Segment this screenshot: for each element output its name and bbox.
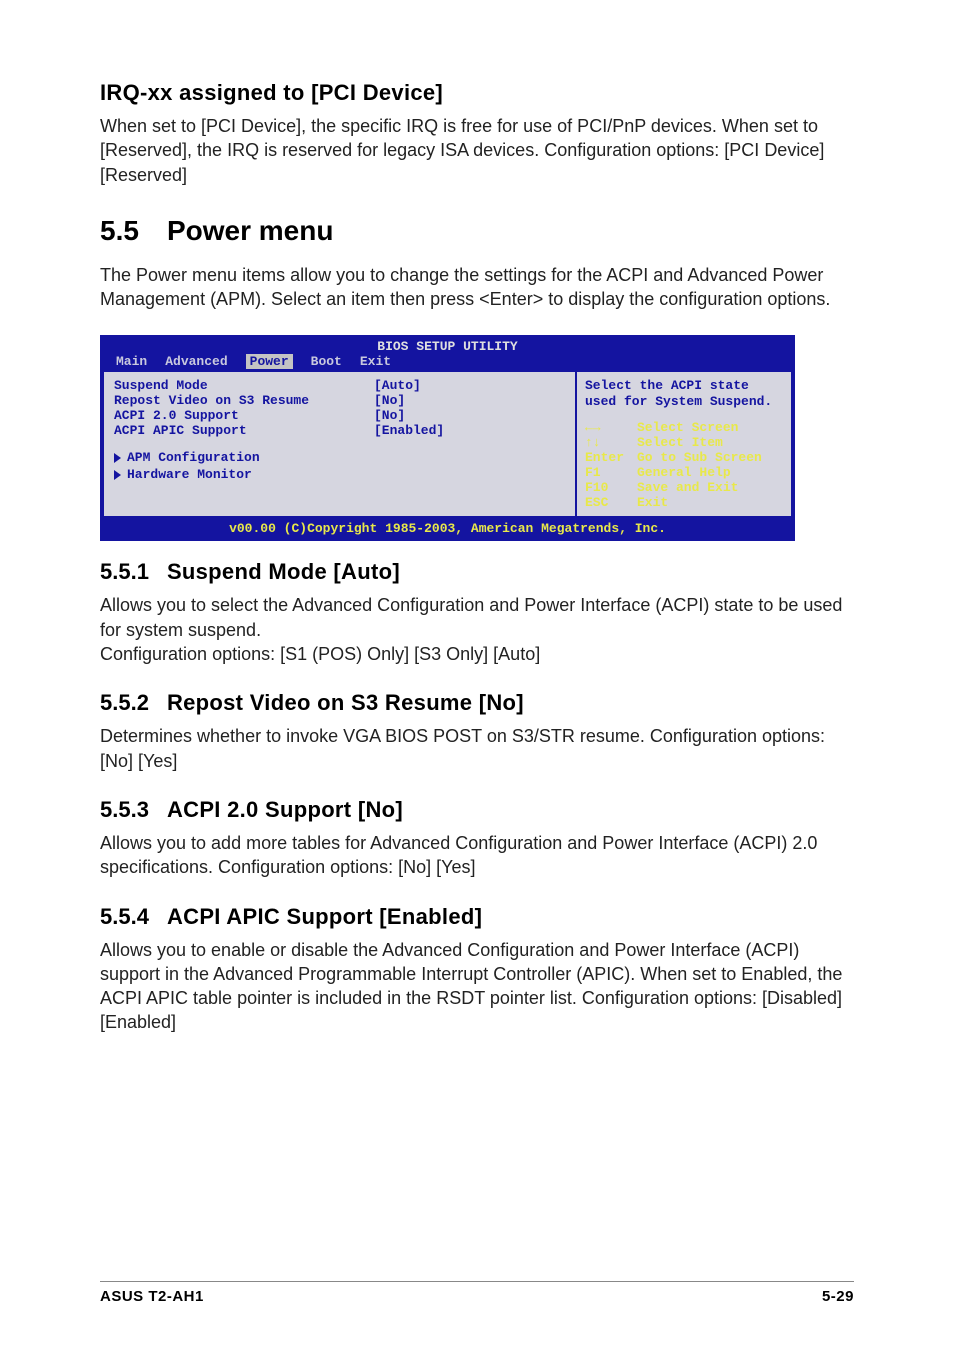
bios-submenu[interactable]: Hardware Monitor xyxy=(114,467,565,482)
nav-label: Go to Sub Screen xyxy=(637,450,762,465)
bios-option[interactable]: Repost Video on S3 Resume [No] xyxy=(114,393,565,408)
heading-5-5-4: 5.5.4 ACPI APIC Support [Enabled] xyxy=(100,904,854,930)
bios-submenu-label: APM Configuration xyxy=(127,450,260,465)
heading-5-5: 5.5 Power menu xyxy=(100,215,854,247)
nav-key: ↑↓ xyxy=(585,435,637,450)
page-footer: ASUS T2-AH1 5-29 xyxy=(100,1281,854,1305)
nav-key: ←→ xyxy=(585,420,637,435)
heading-title: ACPI 2.0 Support [No] xyxy=(167,797,403,823)
heading-title: Suspend Mode [Auto] xyxy=(167,559,400,585)
bios-option[interactable]: ACPI 2.0 Support [No] xyxy=(114,408,565,423)
bios-submenu[interactable]: APM Configuration xyxy=(114,450,565,465)
body-5-5-2: Determines whether to invoke VGA BIOS PO… xyxy=(100,724,854,773)
heading-title: Power menu xyxy=(167,215,333,247)
bios-tab-advanced[interactable]: Advanced xyxy=(165,354,245,369)
bios-nav-row: EnterGo to Sub Screen xyxy=(585,450,783,465)
bios-tab-main[interactable]: Main xyxy=(116,354,165,369)
nav-key: ESC xyxy=(585,495,637,510)
heading-5-5-1: 5.5.1 Suspend Mode [Auto] xyxy=(100,559,854,585)
nav-label: Exit xyxy=(637,495,668,510)
bios-option-value: [Enabled] xyxy=(374,423,444,438)
bios-option-value: [Auto] xyxy=(374,378,421,393)
nav-label: Save and Exit xyxy=(637,480,738,495)
bios-nav-row: ↑↓Select Item xyxy=(585,435,783,450)
bios-nav-row: F1General Help xyxy=(585,465,783,480)
heading-title: ACPI APIC Support [Enabled] xyxy=(167,904,482,930)
bios-submenu-label: Hardware Monitor xyxy=(127,467,252,482)
bios-copyright: v00.00 (C)Copyright 1985-2003, American … xyxy=(102,518,793,539)
nav-key: F1 xyxy=(585,465,637,480)
heading-num: 5.5 xyxy=(100,215,139,247)
heading-irq: IRQ-xx assigned to [PCI Device] xyxy=(100,80,854,106)
nav-key: Enter xyxy=(585,450,637,465)
bios-option-label: Repost Video on S3 Resume xyxy=(114,393,374,408)
body-irq: When set to [PCI Device], the specific I… xyxy=(100,114,854,187)
bios-option-value: [No] xyxy=(374,393,405,408)
heading-num: 5.5.3 xyxy=(100,797,149,823)
footer-product: ASUS T2-AH1 xyxy=(100,1288,204,1305)
bios-option-label: ACPI APIC Support xyxy=(114,423,374,438)
heading-5-5-2: 5.5.2 Repost Video on S3 Resume [No] xyxy=(100,690,854,716)
heading-title: Repost Video on S3 Resume [No] xyxy=(167,690,524,716)
bios-tab-exit[interactable]: Exit xyxy=(360,354,409,369)
bios-body: Suspend Mode [Auto] Repost Video on S3 R… xyxy=(102,372,793,518)
nav-label: Select Screen xyxy=(637,420,738,435)
bios-option-value: [No] xyxy=(374,408,405,423)
bios-help-pane: Select the ACPI state used for System Su… xyxy=(577,372,793,518)
body-5-5: The Power menu items allow you to change… xyxy=(100,263,854,312)
triangle-icon xyxy=(114,470,121,480)
bios-tab-power[interactable]: Power xyxy=(246,354,293,369)
bios-menu-bar: Main Advanced Power Boot Exit xyxy=(102,354,793,372)
footer-page-number: 5-29 xyxy=(822,1288,854,1305)
heading-num: 5.5.2 xyxy=(100,690,149,716)
bios-nav-row: F10Save and Exit xyxy=(585,480,783,495)
bios-screenshot: BIOS SETUP UTILITY Main Advanced Power B… xyxy=(100,335,795,541)
bios-option[interactable]: Suspend Mode [Auto] xyxy=(114,378,565,393)
bios-option-label: ACPI 2.0 Support xyxy=(114,408,374,423)
bios-option-label: Suspend Mode xyxy=(114,378,374,393)
body-5-5-1: Allows you to select the Advanced Config… xyxy=(100,593,854,666)
heading-5-5-3: 5.5.3 ACPI 2.0 Support [No] xyxy=(100,797,854,823)
bios-options-pane: Suspend Mode [Auto] Repost Video on S3 R… xyxy=(102,372,577,518)
bios-tab-boot[interactable]: Boot xyxy=(293,354,360,369)
heading-num: 5.5.4 xyxy=(100,904,149,930)
bios-title: BIOS SETUP UTILITY xyxy=(102,337,793,354)
bios-help-text: Select the ACPI state used for System Su… xyxy=(585,378,783,409)
bios-option[interactable]: ACPI APIC Support [Enabled] xyxy=(114,423,565,438)
bios-nav-keys: ←→Select Screen ↑↓Select Item EnterGo to… xyxy=(585,420,783,510)
bios-nav-row: ←→Select Screen xyxy=(585,420,783,435)
body-5-5-4: Allows you to enable or disable the Adva… xyxy=(100,938,854,1035)
heading-num: 5.5.1 xyxy=(100,559,149,585)
nav-label: General Help xyxy=(637,465,731,480)
nav-label: Select Item xyxy=(637,435,723,450)
bios-nav-row: ESCExit xyxy=(585,495,783,510)
nav-key: F10 xyxy=(585,480,637,495)
body-5-5-3: Allows you to add more tables for Advanc… xyxy=(100,831,854,880)
triangle-icon xyxy=(114,453,121,463)
